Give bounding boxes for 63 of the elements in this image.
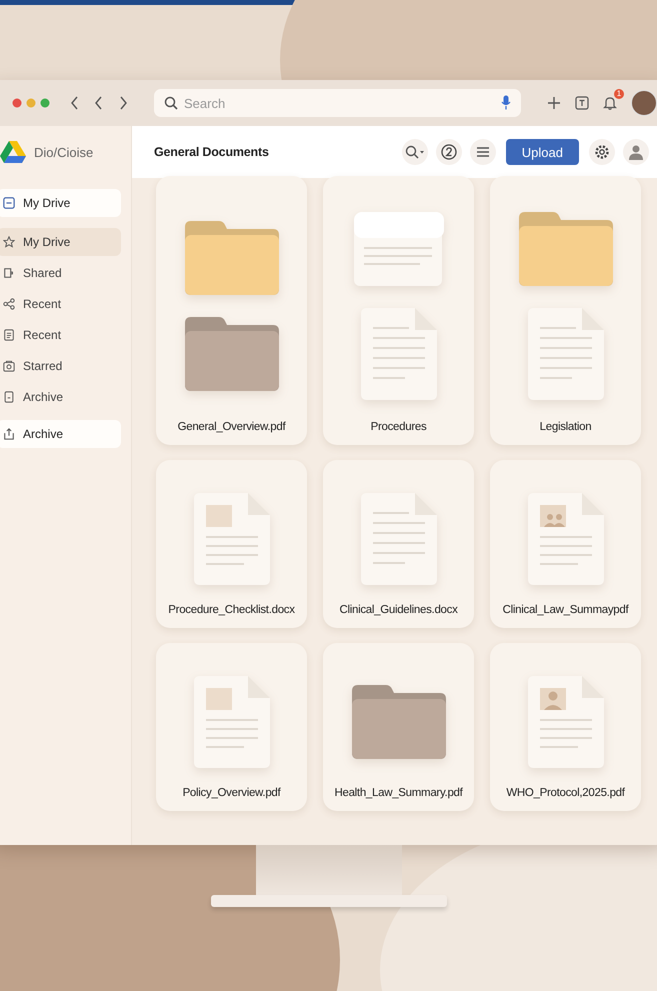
document-icon: [528, 308, 604, 400]
file-card[interactable]: Policy_Overview.pdf: [156, 643, 307, 811]
picture-document-icon: [528, 493, 604, 585]
upload-icon: [3, 428, 15, 440]
file-card[interactable]: WHO_Protocol,2025.pdf: [490, 643, 641, 811]
triangle-logo-icon: [0, 141, 26, 163]
scroll-icon: [352, 212, 446, 286]
search-icon: [164, 96, 178, 110]
file-name: WHO_Protocol,2025.pdf: [506, 787, 625, 799]
person-document-icon: [528, 676, 604, 768]
avatar[interactable]: [631, 90, 657, 116]
archive-icon: [3, 391, 15, 403]
file-card[interactable]: Procedure_Checklist.docx: [156, 460, 307, 628]
document-icon: [360, 493, 436, 585]
brand-name: Dio/Cioise: [34, 144, 94, 160]
sidebar-item[interactable]: Starred: [0, 352, 121, 380]
minus-square-icon: [3, 197, 15, 209]
menu-icon[interactable]: [470, 139, 496, 165]
star-icon: [3, 236, 15, 248]
search-dropdown-icon[interactable]: [402, 139, 428, 165]
microphone-icon[interactable]: [501, 95, 511, 110]
shared-icon: [3, 267, 15, 279]
file-card[interactable]: Health_Law_Summary.pdf: [323, 643, 474, 811]
back-icon[interactable]: [70, 96, 80, 110]
user-icon[interactable]: [623, 139, 649, 165]
bell-icon[interactable]: [603, 96, 617, 110]
file-name: General_Overview.pdf: [178, 421, 286, 433]
share-icon: [3, 298, 15, 310]
file-name: Procedure_Checklist.docx: [168, 604, 295, 616]
sidebar-item[interactable]: Recent: [0, 290, 121, 318]
back-icon[interactable]: [94, 96, 104, 110]
plus-icon[interactable]: [547, 96, 561, 110]
settings-icon[interactable]: [589, 139, 615, 165]
file-name: Legislation: [540, 421, 592, 433]
notification-badge: 1: [614, 89, 624, 99]
file-card[interactable]: Procedures: [323, 176, 474, 445]
file-name: Clinical_Law_Summaypdf: [502, 604, 628, 616]
file-card[interactable]: General_Overview.pdf: [156, 176, 307, 445]
sidebar-item[interactable]: My Drive: [0, 189, 121, 217]
file-name: Health_Law_Summary.pdf: [334, 787, 463, 799]
search-field[interactable]: Search: [154, 89, 521, 117]
file-card[interactable]: Clinical_Guidelines.docx: [323, 460, 474, 628]
sidebar-item[interactable]: Shared: [0, 259, 121, 287]
tab-icon[interactable]: [575, 96, 589, 110]
document-icon: [360, 308, 436, 400]
sidebar-item[interactable]: Archive: [0, 383, 121, 411]
sidebar-item[interactable]: My Drive: [0, 228, 121, 256]
help-icon[interactable]: [436, 139, 462, 165]
image-document-icon: [194, 493, 270, 585]
folder-title: General Documents: [154, 145, 269, 159]
sidebar-item[interactable]: Archive: [0, 420, 121, 448]
upload-button[interactable]: Upload: [506, 139, 579, 165]
file-name: Clinical_Guidelines.docx: [339, 604, 458, 616]
window-controls-icon[interactable]: [12, 98, 50, 108]
file-card[interactable]: Clinical_Law_Summaypdf: [490, 460, 641, 628]
camera-icon: [3, 360, 15, 372]
document-icon: [3, 329, 15, 341]
file-card[interactable]: Legislation: [490, 176, 641, 445]
forward-icon[interactable]: [118, 96, 128, 110]
image-document-icon: [194, 676, 270, 768]
file-name: Policy_Overview.pdf: [182, 787, 280, 799]
sidebar-item[interactable]: Recent: [0, 321, 121, 349]
file-name: Procedures: [370, 421, 426, 433]
